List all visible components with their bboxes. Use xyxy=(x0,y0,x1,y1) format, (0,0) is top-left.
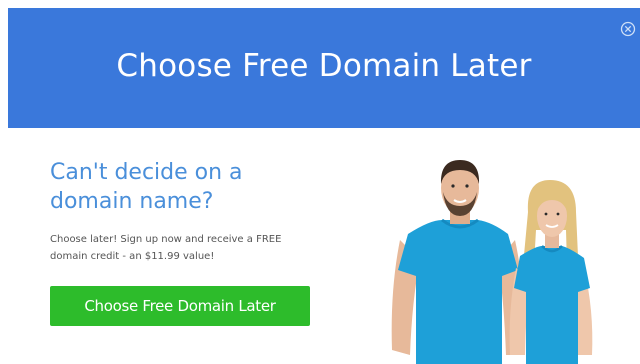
choose-domain-later-button[interactable]: Choose Free Domain Later xyxy=(50,286,310,326)
modal-header: Choose Free Domain Later xyxy=(8,8,640,128)
offer-headline: Can't decide on a domain name? xyxy=(50,160,243,214)
offer-description: Choose later! Sign up now and receive a … xyxy=(50,234,282,262)
people-image xyxy=(391,160,593,364)
modal-title: Choose Free Domain Later xyxy=(116,48,532,84)
domain-offer-modal: Choose Free Domain Later Can't decide on… xyxy=(0,0,640,364)
man-figure xyxy=(391,160,525,364)
woman-figure xyxy=(509,180,593,364)
close-button[interactable] xyxy=(620,21,636,37)
offer-text: Can't decide on a domain name? Choose la… xyxy=(50,158,350,265)
close-circle-icon xyxy=(620,21,636,37)
